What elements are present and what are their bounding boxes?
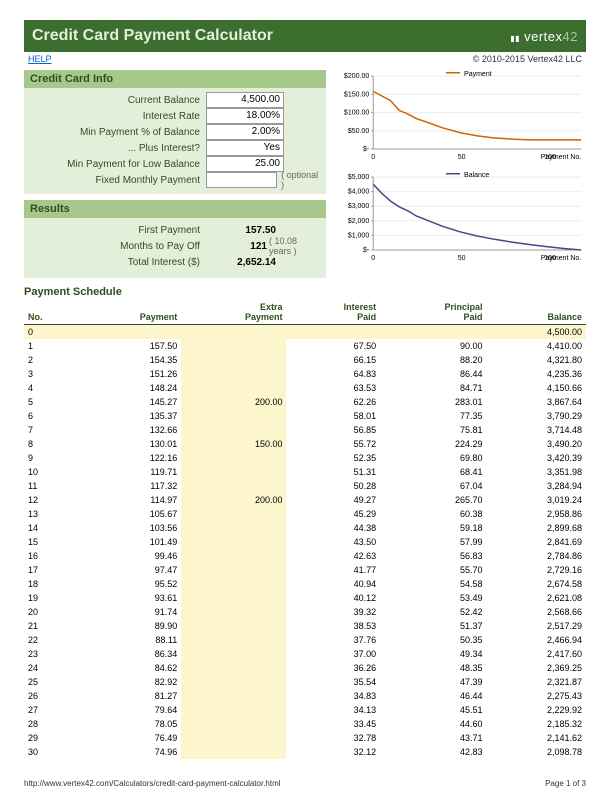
svg-text:$-: $- xyxy=(363,146,370,153)
copyright: © 2010-2015 Vertex42 LLC xyxy=(473,54,582,64)
payment-chart: $-$50.00$100.00$150.00$200.00050100 Paym… xyxy=(334,70,586,165)
label-minlow: Min Payment for Low Balance xyxy=(30,159,206,170)
table-row: 2091.7439.3252.422,568.66 xyxy=(24,605,586,619)
value-total-interest: 2,652.14 xyxy=(206,257,276,268)
svg-text:50: 50 xyxy=(457,255,465,262)
col-balance: Balance xyxy=(486,300,586,325)
table-row: 15101.4943.5057.992,841.69 xyxy=(24,535,586,549)
info-section-head: Credit Card Info xyxy=(24,70,326,88)
svg-text:Payment No.: Payment No. xyxy=(540,154,581,161)
payment-schedule-table: No. Payment ExtraPayment InterestPaid Pr… xyxy=(24,300,586,759)
table-row: 10119.7151.3168.413,351.98 xyxy=(24,465,586,479)
table-row: 2288.1137.7650.352,466.94 xyxy=(24,633,586,647)
svg-text:$1,000: $1,000 xyxy=(347,232,369,239)
col-payment: Payment xyxy=(76,300,181,325)
results-block: First Payment157.50 Months to Pay Off121… xyxy=(24,218,326,278)
table-row: 2189.9038.5351.372,517.29 xyxy=(24,619,586,633)
col-interest: InterestPaid xyxy=(286,300,380,325)
label-plusint: ... Plus Interest? xyxy=(30,143,206,154)
table-row: 1699.4642.6356.832,784.86 xyxy=(24,549,586,563)
page-title: Credit Card Payment Calculator xyxy=(32,27,273,45)
table-row: 2779.6434.1345.512,229.92 xyxy=(24,703,586,717)
footer-page: Page 1 of 3 xyxy=(545,779,586,788)
table-row: 11117.3250.2867.043,284.94 xyxy=(24,479,586,493)
table-row: 2878.0533.4544.602,185.32 xyxy=(24,717,586,731)
input-minpct[interactable]: 2.00% xyxy=(206,124,284,140)
input-fixed[interactable] xyxy=(206,172,277,188)
table-row: 7132.6656.8575.813,714.48 xyxy=(24,423,586,437)
label-total-interest: Total Interest ($) xyxy=(30,257,206,268)
svg-text:$-: $- xyxy=(363,247,370,254)
table-row: 13105.6745.2960.382,958.86 xyxy=(24,507,586,521)
input-balance[interactable]: 4,500.00 xyxy=(206,92,284,108)
table-row: 04,500.00 xyxy=(24,325,586,340)
label-months: Months to Pay Off xyxy=(30,241,206,252)
input-plusint[interactable]: Yes xyxy=(206,140,284,156)
col-extra: ExtraPayment xyxy=(181,300,286,325)
svg-text:$50.00: $50.00 xyxy=(347,128,369,135)
svg-text:50: 50 xyxy=(457,154,465,161)
col-no: No. xyxy=(24,300,76,325)
svg-text:$150.00: $150.00 xyxy=(343,91,368,98)
table-row: 4148.2463.5384.714,150.66 xyxy=(24,381,586,395)
svg-text:Balance: Balance xyxy=(464,172,489,179)
value-months: 121 xyxy=(206,241,267,252)
vertex42-logo: ▮▮ vertex42 xyxy=(510,29,578,44)
table-row: 2976.4932.7843.712,141.62 xyxy=(24,731,586,745)
table-row: 2582.9235.5447.392,321.87 xyxy=(24,675,586,689)
label-first-payment: First Payment xyxy=(30,225,206,236)
svg-text:$200.00: $200.00 xyxy=(343,73,368,80)
svg-text:$4,000: $4,000 xyxy=(347,189,369,196)
table-row: 2484.6236.2648.352,369.25 xyxy=(24,661,586,675)
results-section-head: Results xyxy=(24,200,326,218)
schedule-title: Payment Schedule xyxy=(24,286,586,298)
svg-text:$3,000: $3,000 xyxy=(347,203,369,210)
table-row: 9122.1652.3569.803,420.39 xyxy=(24,451,586,465)
table-row: 6135.3758.0177.353,790.29 xyxy=(24,409,586,423)
table-row: 1895.5240.9454.582,674.58 xyxy=(24,577,586,591)
footer-url: http://www.vertex42.com/Calculators/cred… xyxy=(24,779,281,788)
svg-text:Payment No.: Payment No. xyxy=(540,255,581,262)
label-fixed: Fixed Monthly Payment xyxy=(30,175,206,186)
svg-text:0: 0 xyxy=(371,255,375,262)
svg-text:$2,000: $2,000 xyxy=(347,218,369,225)
table-row: 1157.5067.5090.004,410.00 xyxy=(24,339,586,353)
footer: http://www.vertex42.com/Calculators/cred… xyxy=(24,779,586,788)
value-first-payment: 157.50 xyxy=(206,225,276,236)
table-row: 3151.2664.8386.444,235.36 xyxy=(24,367,586,381)
table-row: 8130.01150.0055.72224.293,490.20 xyxy=(24,437,586,451)
table-row: 2154.3566.1588.204,321.80 xyxy=(24,353,586,367)
input-rate[interactable]: 18.00% xyxy=(206,108,284,124)
label-rate: Interest Rate xyxy=(30,111,206,122)
table-row: 14103.5644.3859.182,899.68 xyxy=(24,521,586,535)
table-row: 2681.2734.8346.442,275.43 xyxy=(24,689,586,703)
sub-header: HELP © 2010-2015 Vertex42 LLC xyxy=(24,52,586,70)
svg-text:$100.00: $100.00 xyxy=(343,110,368,117)
col-principal: PrincipalPaid xyxy=(380,300,486,325)
svg-text:0: 0 xyxy=(371,154,375,161)
svg-text:$5,000: $5,000 xyxy=(347,174,369,181)
input-minlow[interactable]: 25.00 xyxy=(206,156,284,172)
optional-text: ( optional ) xyxy=(277,170,319,190)
table-row: 12114.97200.0049.27265.703,019.24 xyxy=(24,493,586,507)
balance-chart: $-$1,000$2,000$3,000$4,000$5,000050100 B… xyxy=(334,171,586,266)
table-row: 2386.3437.0049.342,417.60 xyxy=(24,647,586,661)
table-row: 1993.6140.1253.492,621.08 xyxy=(24,591,586,605)
help-link[interactable]: HELP xyxy=(28,54,52,64)
value-years: ( 10.08 years ) xyxy=(267,236,320,256)
svg-text:Payment: Payment xyxy=(464,71,492,78)
table-row: 3074.9632.1242.832,098.78 xyxy=(24,745,586,759)
header-bar: Credit Card Payment Calculator ▮▮ vertex… xyxy=(24,20,586,52)
label-balance: Current Balance xyxy=(30,95,206,106)
table-row: 5145.27200.0062.26283.013,867.64 xyxy=(24,395,586,409)
table-row: 1797.4741.7755.702,729.16 xyxy=(24,563,586,577)
credit-card-info: Current Balance4,500.00 Interest Rate18.… xyxy=(24,88,326,194)
label-minpct: Min Payment % of Balance xyxy=(30,127,206,138)
